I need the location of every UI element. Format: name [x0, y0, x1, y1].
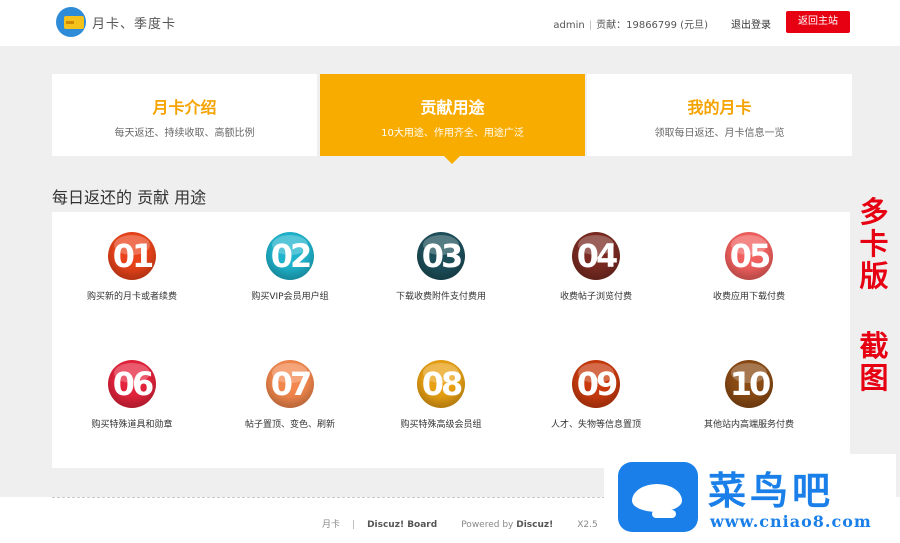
tab-subtitle: 领取每日返还、月卡信息一览: [654, 128, 785, 139]
tab-title: 我的月卡: [687, 98, 752, 117]
use-label: 购买特殊高级会员组: [400, 420, 482, 430]
number-badge: 07: [266, 360, 314, 408]
use-label: 人才、失物等信息置顶: [550, 420, 641, 430]
contribution-value: 贡献：19866799 (元旦): [596, 20, 708, 31]
use-label: 收费应用下载付费: [712, 292, 785, 302]
use-item: 03 下载收费附件支付费用: [361, 232, 521, 302]
use-label: 帖子置顶、变色、刷新: [244, 420, 335, 430]
side-char: 版: [859, 259, 889, 293]
cniao8-watermark: 菜鸟吧 www.cniao8.com: [604, 454, 896, 538]
powered-by-text: Powered by: [461, 520, 514, 530]
card-logo-icon[interactable]: [56, 7, 86, 37]
tab-subtitle: 10大用途、作用齐全、用途广泛: [381, 128, 524, 139]
use-label: 其他站内高端服务付费: [703, 420, 794, 430]
footer-link-board[interactable]: Discuz! Board: [367, 520, 437, 530]
use-label: 收费帖子浏览付费: [559, 292, 632, 302]
number-badge: 06: [108, 360, 156, 408]
watermark-cn: 菜鸟吧: [708, 468, 835, 513]
home-button[interactable]: 返回主站: [786, 11, 850, 33]
username-link[interactable]: admin: [553, 20, 584, 31]
use-item: 01 购买新的月卡或者续费: [52, 232, 212, 302]
use-label: 购买VIP会员用户组: [251, 292, 329, 302]
tab-subtitle: 每天返还、持续收取、高额比例: [114, 128, 255, 139]
tab-card-intro[interactable]: 月卡介绍 每天返还、持续收取、高额比例: [52, 74, 317, 156]
use-item: 06 购买特殊道具和勋章: [52, 360, 212, 430]
number-badge: 02: [266, 232, 314, 280]
number-badge: 01: [108, 232, 156, 280]
use-item: 04 收费帖子浏览付费: [516, 232, 676, 302]
number-badge: 03: [417, 232, 465, 280]
side-char: 卡: [859, 227, 889, 261]
number-badge: 04: [572, 232, 620, 280]
tab-title: 月卡介绍: [152, 98, 217, 117]
section-title: 每日返还的 贡献 用途: [52, 188, 207, 207]
side-caption: 多 卡 版: [856, 196, 892, 292]
user-info: admin | 贡献：19866799 (元旦): [553, 20, 708, 31]
use-label: 下载收费附件支付费用: [395, 292, 486, 302]
side-caption: 截 图: [856, 330, 892, 394]
watermark-url: www.cniao8.com: [710, 512, 872, 531]
number-badge: 10: [725, 360, 773, 408]
version-text: X2.5: [577, 520, 598, 530]
number-badge: 09: [572, 360, 620, 408]
number-badge: 08: [417, 360, 465, 408]
side-char: 截: [859, 329, 889, 363]
top-bar: 月卡、季度卡 admin | 贡献：19866799 (元旦) 退出登录 返回主站: [0, 0, 900, 46]
bird-logo-icon: [618, 462, 698, 532]
use-item: 02 购买VIP会员用户组: [210, 232, 370, 302]
use-label: 购买特殊道具和勋章: [91, 420, 173, 430]
use-item: 09 人才、失物等信息置顶: [516, 360, 676, 430]
tab-contribution-use[interactable]: 贡献用途 10大用途、作用齐全、用途广泛: [320, 74, 585, 164]
side-char: 图: [859, 361, 889, 395]
use-item: 10 其他站内高端服务付费: [669, 360, 829, 430]
side-char: 多: [859, 195, 889, 229]
footer-link-card[interactable]: 月卡: [322, 520, 340, 530]
tab-my-card[interactable]: 我的月卡 领取每日返还、月卡信息一览: [587, 74, 852, 156]
use-label: 购买新的月卡或者续费: [86, 292, 177, 302]
logout-link[interactable]: 退出登录: [731, 16, 771, 31]
use-item: 05 收费应用下载付费: [669, 232, 829, 302]
footer: 月卡 | Discuz! Board Powered by Discuz! X2.5: [322, 520, 598, 530]
tab-title: 贡献用途: [420, 98, 485, 117]
number-badge: 05: [725, 232, 773, 280]
uses-panel: 01 购买新的月卡或者续费 02 购买VIP会员用户组 03 下载收费附件支付费…: [52, 212, 850, 468]
discuz-link[interactable]: Discuz!: [516, 520, 553, 530]
brand-title[interactable]: 月卡、季度卡: [92, 13, 176, 32]
use-item: 07 帖子置顶、变色、刷新: [210, 360, 370, 430]
use-item: 08 购买特殊高级会员组: [361, 360, 521, 430]
